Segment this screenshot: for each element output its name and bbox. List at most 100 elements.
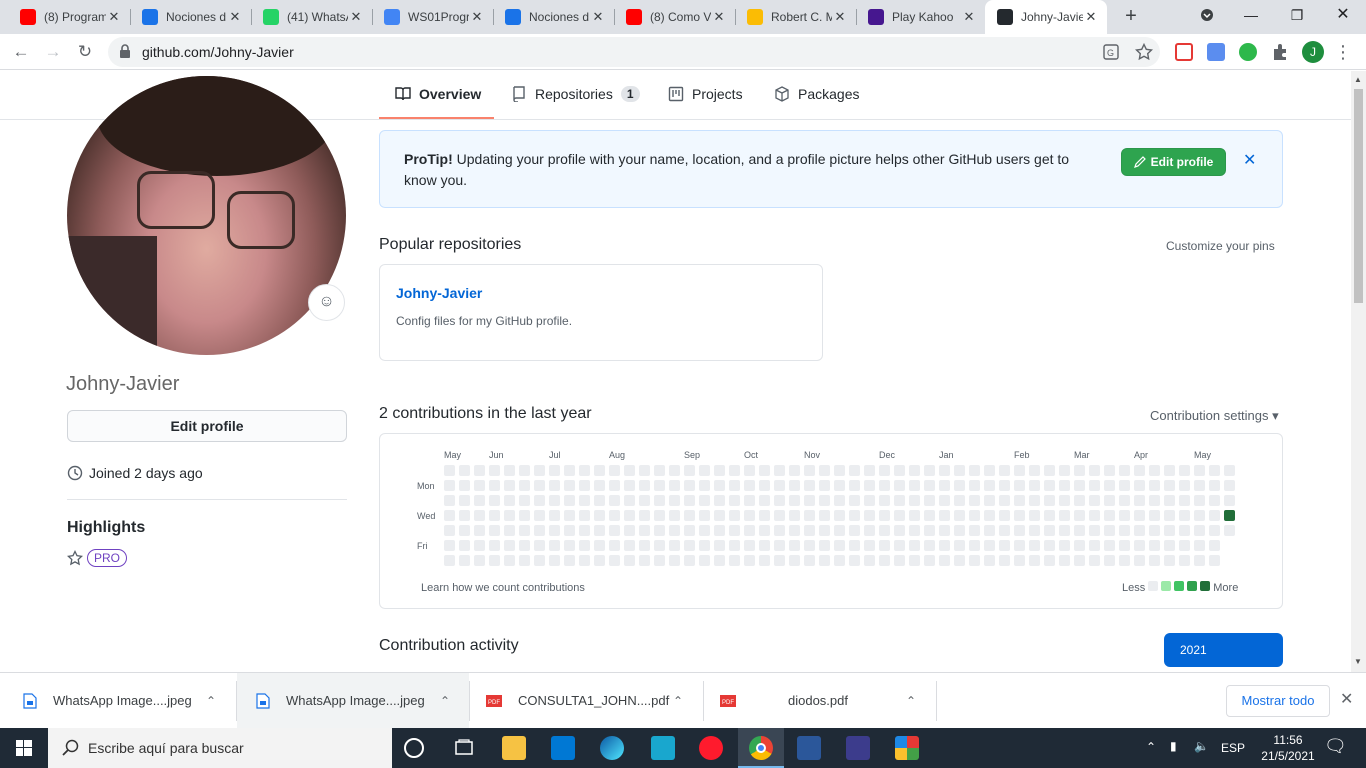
task-view-icon[interactable]: [452, 736, 476, 760]
contribution-day[interactable]: [654, 495, 665, 506]
contribution-day[interactable]: [1134, 510, 1145, 521]
back-button[interactable]: ←: [9, 40, 33, 64]
new-tab-button[interactable]: +: [1119, 5, 1143, 29]
contribution-day[interactable]: [474, 525, 485, 536]
contribution-day[interactable]: [924, 540, 935, 551]
contribution-day[interactable]: [1164, 465, 1175, 476]
contribution-day[interactable]: [549, 495, 560, 506]
contribution-day[interactable]: [789, 540, 800, 551]
contribution-day[interactable]: [1104, 510, 1115, 521]
contribution-day[interactable]: [564, 510, 575, 521]
contribution-day[interactable]: [999, 540, 1010, 551]
contribution-day[interactable]: [504, 480, 515, 491]
contribution-day[interactable]: [459, 495, 470, 506]
devcpp-icon[interactable]: [846, 736, 870, 760]
contribution-day[interactable]: [909, 555, 920, 566]
contribution-day[interactable]: [549, 555, 560, 566]
tab-overview[interactable]: Overview: [395, 86, 481, 102]
contribution-day[interactable]: [804, 525, 815, 536]
close-tab-icon[interactable]: ✕: [590, 9, 606, 25]
chrome-taskbar-button[interactable]: [738, 728, 784, 768]
contribution-day[interactable]: [1134, 480, 1145, 491]
contribution-day[interactable]: [984, 555, 995, 566]
contribution-day[interactable]: [669, 480, 680, 491]
contribution-day[interactable]: [714, 465, 725, 476]
contribution-day[interactable]: [834, 465, 845, 476]
contribution-day[interactable]: [924, 465, 935, 476]
contribution-day[interactable]: [789, 525, 800, 536]
contribution-day[interactable]: [864, 555, 875, 566]
contribution-day[interactable]: [534, 510, 545, 521]
contribution-day[interactable]: [834, 555, 845, 566]
contribution-day[interactable]: [774, 465, 785, 476]
contribution-day[interactable]: [819, 480, 830, 491]
contribution-day[interactable]: [939, 465, 950, 476]
contribution-day[interactable]: [1059, 510, 1070, 521]
extension-screen-icon[interactable]: [1207, 43, 1225, 61]
contribution-day[interactable]: [1119, 495, 1130, 506]
contribution-day[interactable]: [459, 525, 470, 536]
contribution-day[interactable]: [819, 495, 830, 506]
contribution-day[interactable]: [1194, 465, 1205, 476]
contribution-day[interactable]: [1149, 480, 1160, 491]
contribution-day[interactable]: [849, 495, 860, 506]
contribution-day[interactable]: [864, 510, 875, 521]
contribution-day[interactable]: [864, 465, 875, 476]
contribution-day[interactable]: [549, 480, 560, 491]
contribution-day[interactable]: [699, 480, 710, 491]
chevron-up-icon[interactable]: ⌃: [1146, 740, 1156, 754]
contribution-day[interactable]: [774, 495, 785, 506]
edge-icon[interactable]: [600, 736, 624, 760]
contribution-day[interactable]: [759, 555, 770, 566]
browser-tab[interactable]: WS01Progr ✕: [372, 0, 493, 34]
contribution-day[interactable]: [969, 510, 980, 521]
contribution-day[interactable]: [474, 510, 485, 521]
contribution-day[interactable]: [549, 510, 560, 521]
contribution-day[interactable]: [1119, 465, 1130, 476]
contribution-day[interactable]: [744, 540, 755, 551]
contribution-day[interactable]: [744, 480, 755, 491]
contribution-day[interactable]: [984, 465, 995, 476]
contribution-day[interactable]: [924, 510, 935, 521]
contribution-day[interactable]: [729, 555, 740, 566]
contribution-day[interactable]: [729, 510, 740, 521]
contribution-day[interactable]: [609, 540, 620, 551]
contribution-day[interactable]: [924, 525, 935, 536]
extension-shield-icon[interactable]: [1175, 43, 1193, 61]
contribution-day[interactable]: [549, 465, 560, 476]
contribution-day[interactable]: [1179, 495, 1190, 506]
contribution-day[interactable]: [1074, 495, 1085, 506]
contribution-day[interactable]: [1044, 540, 1055, 551]
contribution-day[interactable]: [984, 480, 995, 491]
contribution-day[interactable]: [729, 495, 740, 506]
contribution-day[interactable]: [1059, 525, 1070, 536]
contribution-day[interactable]: [699, 465, 710, 476]
close-icon[interactable]: ✕: [1243, 150, 1256, 170]
contribution-day[interactable]: [1074, 525, 1085, 536]
contribution-day[interactable]: [954, 525, 965, 536]
contribution-day[interactable]: [564, 540, 575, 551]
download-item[interactable]: WhatsApp Image....jpeg ⌃: [237, 673, 469, 728]
browser-tab[interactable]: Robert C. M ✕: [735, 0, 856, 34]
close-tab-icon[interactable]: ✕: [106, 9, 122, 25]
contribution-day[interactable]: [999, 495, 1010, 506]
contribution-day[interactable]: [1014, 510, 1025, 521]
contribution-day[interactable]: [1149, 555, 1160, 566]
contribution-day[interactable]: [969, 525, 980, 536]
contribution-day[interactable]: [864, 525, 875, 536]
contribution-day[interactable]: [459, 540, 470, 551]
contribution-day[interactable]: [879, 525, 890, 536]
contribution-day[interactable]: [504, 525, 515, 536]
contribution-day[interactable]: [984, 540, 995, 551]
contribution-day[interactable]: [1089, 465, 1100, 476]
contribution-day[interactable]: [1164, 525, 1175, 536]
scroll-thumb[interactable]: [1354, 89, 1363, 303]
close-tab-icon[interactable]: ✕: [1083, 9, 1099, 25]
contribution-day[interactable]: [1089, 510, 1100, 521]
contribution-day[interactable]: [849, 525, 860, 536]
contribution-day[interactable]: [954, 540, 965, 551]
contribution-day[interactable]: [474, 495, 485, 506]
contribution-day[interactable]: [699, 525, 710, 536]
contribution-day[interactable]: [849, 465, 860, 476]
contribution-day[interactable]: [639, 525, 650, 536]
